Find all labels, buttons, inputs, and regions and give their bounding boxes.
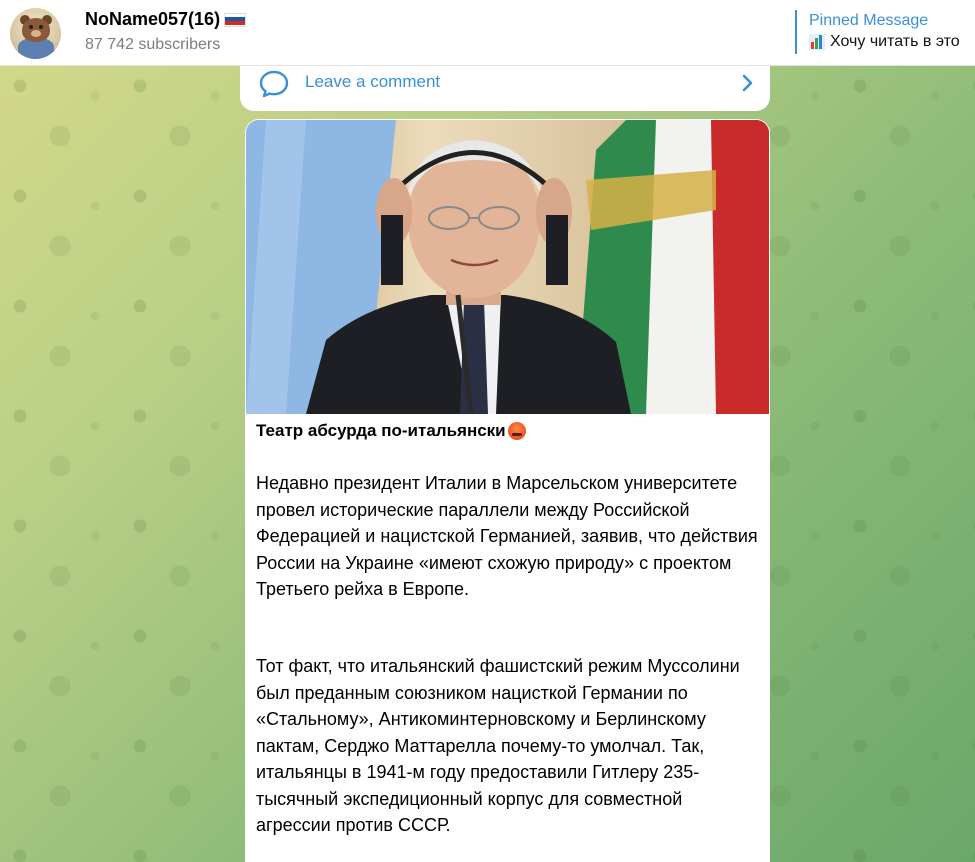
- channel-title[interactable]: NoName057(16): [85, 9, 247, 30]
- leave-comment-button[interactable]: Leave a comment: [240, 62, 770, 111]
- pinned-message[interactable]: Pinned Message Хочу читать в это: [795, 10, 975, 54]
- chat-header[interactable]: NoName057(16) 87 742 subscribers Pinned …: [0, 0, 975, 66]
- post-title: Театр абсурда по-итальянски: [256, 421, 526, 441]
- photo-illustration: [246, 120, 769, 414]
- pinned-message-preview: Хочу читать в это: [809, 31, 975, 53]
- channel-avatar[interactable]: [10, 8, 61, 59]
- post-paragraph-2: Тот факт, что итальянский фашистский реж…: [256, 656, 740, 835]
- post-paragraph-1: Недавно президент Италии в Марсельском у…: [256, 473, 758, 599]
- bear-snout: [31, 30, 41, 37]
- post-photo[interactable]: [246, 120, 769, 414]
- subscriber-count: 87 742 subscribers: [85, 36, 221, 53]
- channel-post: Театр абсурда по-итальянски Недавно през…: [245, 119, 770, 862]
- pinned-message-text: Хочу читать в это: [830, 33, 960, 50]
- russia-flag-icon: [224, 12, 247, 27]
- chat-bubble-icon: [259, 70, 289, 98]
- bear-eye: [29, 25, 33, 29]
- angry-face-icon: [507, 422, 526, 440]
- bear-eye: [39, 25, 43, 29]
- leave-comment-label: Leave a comment: [305, 72, 441, 91]
- chevron-right-icon: [742, 74, 753, 92]
- channel-name-text[interactable]: NoName057(16): [85, 9, 220, 30]
- bar-chart-icon: [809, 34, 825, 50]
- post-title-text: Театр абсурда по-итальянски: [256, 421, 506, 440]
- pinned-message-title: Pinned Message: [809, 12, 929, 29]
